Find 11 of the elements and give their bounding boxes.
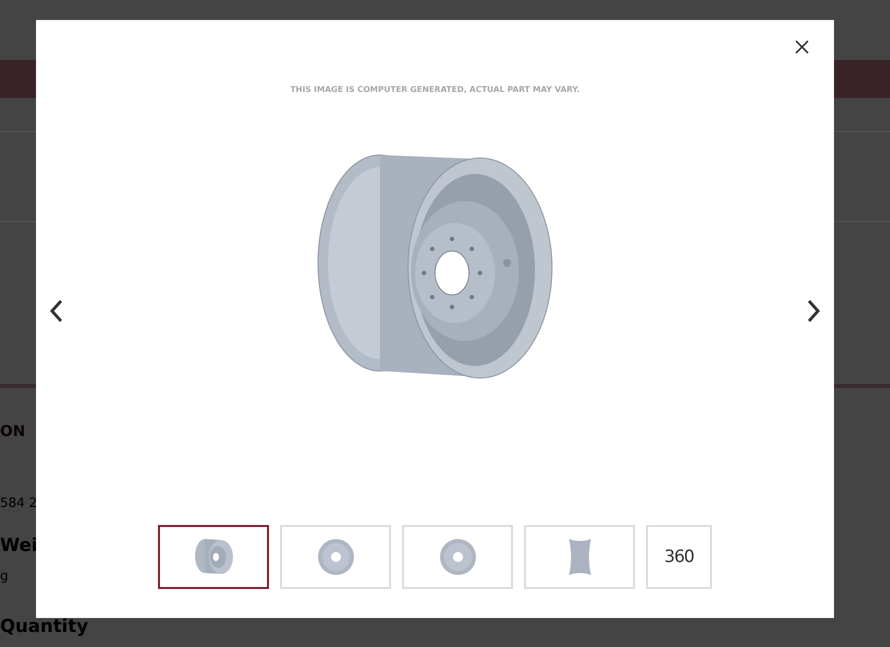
caption: THIS IMAGE IS COMPUTER GENERATED, ACTUAL PART MAY VARY. (290, 85, 580, 95)
thumbnail[interactable] (158, 525, 269, 589)
weight-label: Wei (0, 535, 38, 557)
product-heading: ON (0, 421, 26, 441)
chevron-left-icon[interactable] (49, 299, 63, 323)
close-icon[interactable] (795, 40, 809, 54)
weight-value: g (0, 569, 8, 585)
thumbnail[interactable]: 360 (646, 525, 712, 589)
quantity-label: Quantity (0, 616, 88, 638)
part-number: 584 2 (0, 496, 38, 512)
chevron-right-icon[interactable] (807, 299, 821, 323)
